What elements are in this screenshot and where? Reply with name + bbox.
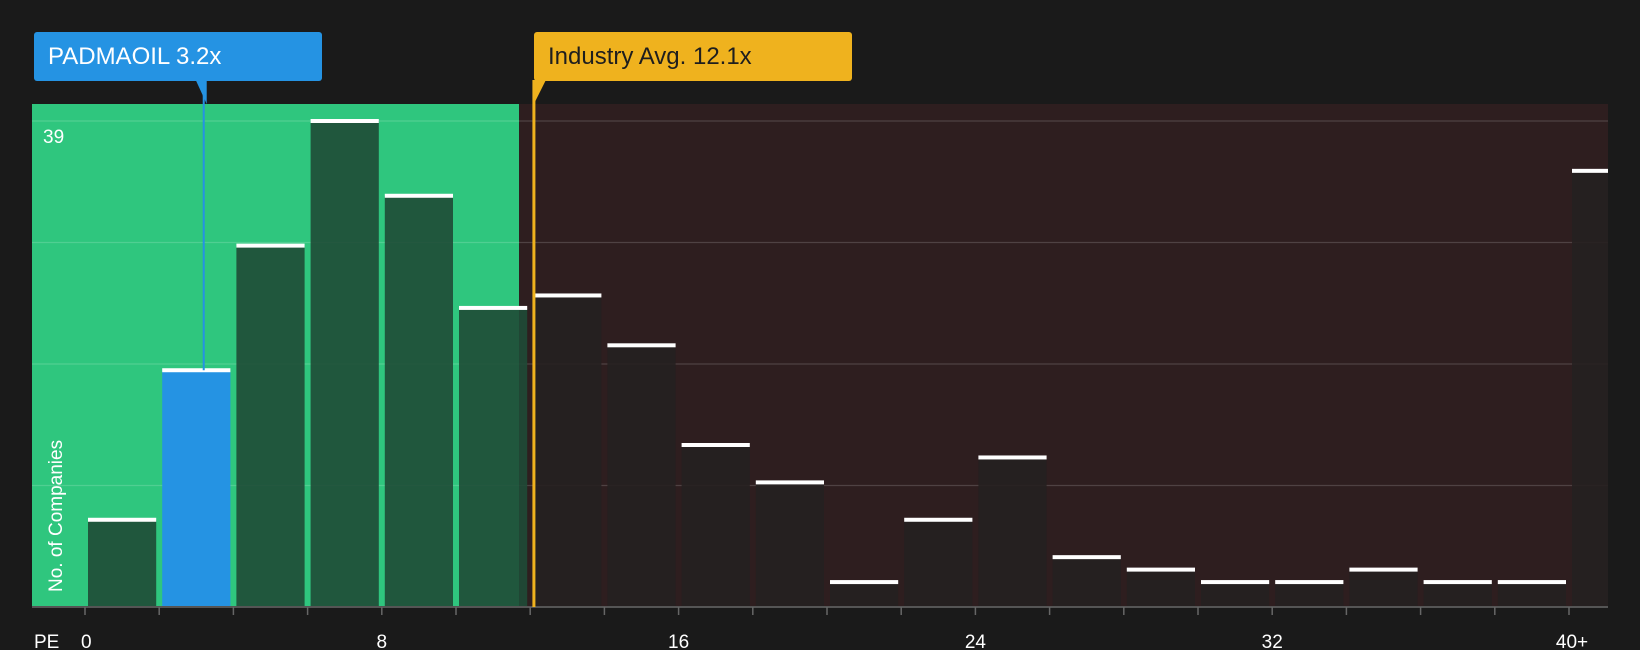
histogram-bar [162, 368, 231, 607]
bar-body [1126, 569, 1195, 607]
bar-top-cap [236, 243, 305, 248]
industry-callout-label: Industry Avg. 12.1x [548, 43, 752, 70]
bar-body [1423, 582, 1492, 607]
bar-top-cap [607, 343, 676, 348]
bar-top-cap [1349, 567, 1418, 572]
bar-top-cap [384, 193, 453, 198]
histogram-bar [978, 455, 1047, 607]
bar-top-cap [1423, 580, 1492, 585]
bar-body [607, 345, 676, 607]
histogram-bar [1497, 580, 1566, 607]
bar-body [755, 482, 824, 607]
histogram-bar [830, 580, 899, 607]
bar-top-cap [830, 580, 899, 585]
bar-top-cap [533, 293, 602, 298]
x-axis-label: PE [34, 632, 59, 650]
histogram-bar [310, 119, 379, 607]
histogram-bar [755, 480, 824, 607]
bar-top-cap [1052, 555, 1121, 560]
histogram-bar [236, 243, 305, 607]
bar-top-cap [1126, 567, 1195, 572]
bar-top-cap [1275, 580, 1344, 585]
subject-callout: PADMAOIL 3.2x [34, 32, 322, 81]
bar-body [236, 245, 305, 607]
bar-top-cap [1201, 580, 1270, 585]
bar-top-cap [162, 368, 231, 373]
bar-body [1349, 569, 1418, 607]
bar-body [1572, 170, 1608, 607]
bar-body [1497, 582, 1566, 607]
bar-body [978, 457, 1047, 607]
x-tick-label: 8 [377, 632, 388, 650]
histogram-bar [681, 443, 750, 607]
bar-top-cap [904, 517, 973, 522]
bar-body [1201, 582, 1270, 607]
y-axis-label: No. of Companies [46, 440, 67, 592]
bar-body [533, 295, 602, 607]
bar-body [830, 582, 899, 607]
x-tick-label: 0 [81, 632, 92, 650]
bar-body [162, 370, 231, 607]
pe-distribution-chart: 0 8 16 24 32 40+ 39 No. of Companies PE PADMA… [0, 0, 1640, 650]
bar-body [681, 445, 750, 607]
bar-top-cap [1572, 168, 1608, 173]
bar-top-cap [459, 305, 528, 310]
subject-callout-label: PADMAOIL 3.2x [48, 43, 222, 70]
bar-top-cap [755, 480, 824, 485]
histogram-bar [1201, 580, 1270, 607]
bar-top-cap [1497, 580, 1566, 585]
x-tick-label: 24 [965, 632, 987, 650]
histogram-bar [1052, 555, 1121, 607]
histogram-bar [607, 343, 676, 607]
histogram-bar [1349, 567, 1418, 607]
bar-top-cap [88, 517, 157, 522]
industry-avg-callout: Industry Avg. 12.1x [534, 32, 852, 81]
bar-body [1275, 582, 1344, 607]
bar-body [384, 195, 453, 607]
bar-body [88, 519, 157, 607]
x-axis-ticks: 0 8 16 24 32 40+ [81, 607, 1588, 650]
histogram-bar [904, 517, 973, 607]
histogram-bar [1572, 168, 1608, 607]
histogram-bar [88, 517, 157, 607]
histogram-bar [1423, 580, 1492, 607]
chart-svg: 0 8 16 24 32 40+ 39 No. of Companies PE [32, 80, 1608, 650]
x-tick-label: 16 [668, 632, 689, 650]
histogram-bar [1126, 567, 1195, 607]
bar-body [1052, 557, 1121, 607]
bar-top-cap [978, 455, 1047, 460]
bar-body [310, 121, 379, 607]
histogram-bar [384, 193, 453, 607]
x-tick-label: 40+ [1556, 632, 1588, 650]
bar-body [904, 519, 973, 607]
subject-callout-pointer [195, 80, 207, 104]
histogram-bar [533, 293, 602, 607]
bar-top-cap [681, 443, 750, 447]
bar-body [459, 307, 528, 607]
histogram-bar [1275, 580, 1344, 607]
x-tick-label: 32 [1262, 632, 1283, 650]
histogram-bar [459, 305, 528, 607]
bar-top-cap [310, 119, 379, 123]
y-max-label: 39 [43, 127, 64, 148]
